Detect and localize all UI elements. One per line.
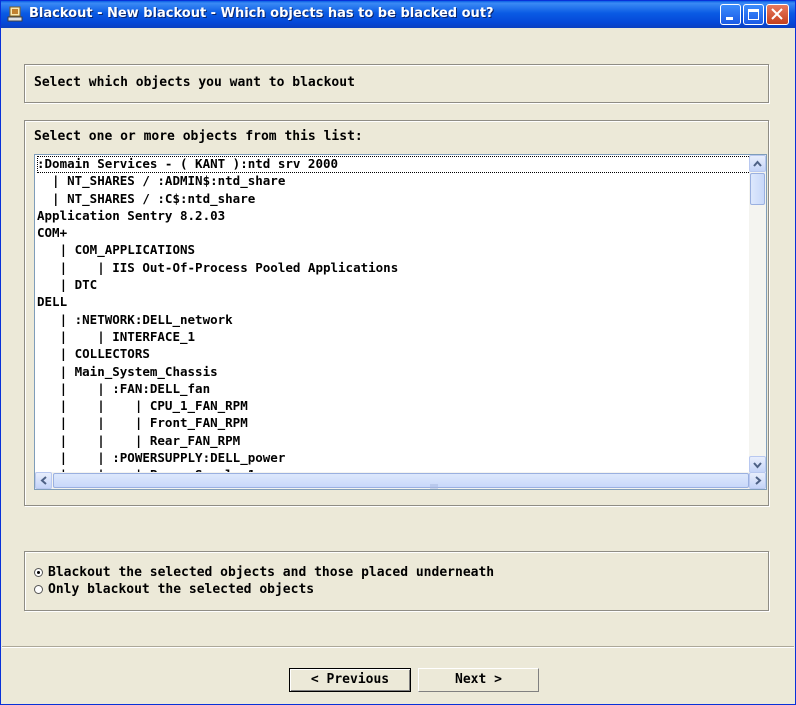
instruction-panel: Select which objects you want to blackou… <box>24 64 769 103</box>
chevron-left-icon <box>40 476 47 485</box>
close-button[interactable] <box>766 4 789 25</box>
tree-item[interactable]: DELL <box>37 294 753 311</box>
tree-item[interactable]: | | :POWERSUPPLY:DELL_power <box>37 450 753 467</box>
maximize-button[interactable] <box>743 4 764 25</box>
tree-item[interactable]: | | | Rear_FAN_RPM <box>37 433 753 450</box>
object-tree-items: :Domain Services - ( KANT ):ntd srv 2000… <box>37 156 753 474</box>
tree-item[interactable]: | DTC <box>37 277 753 294</box>
tree-item[interactable]: | NT_SHARES / :C$:ntd_share <box>37 191 753 208</box>
minimize-button[interactable] <box>720 4 741 25</box>
window-title: Blackout - New blackout - Which objects … <box>29 6 494 21</box>
blackout-with-children-option[interactable]: Blackout the selected objects and those … <box>34 564 494 581</box>
vertical-scrollbar[interactable] <box>749 155 766 473</box>
object-tree[interactable]: :Domain Services - ( KANT ):ntd srv 2000… <box>34 154 767 490</box>
horizontal-scroll-thumb[interactable] <box>53 473 749 488</box>
tree-item[interactable]: | Main_System_Chassis <box>37 364 753 381</box>
tree-item[interactable]: | COLLECTORS <box>37 346 753 363</box>
tree-item[interactable]: | | IIS Out-Of-Process Pooled Applicatio… <box>37 260 753 277</box>
chevron-down-icon <box>753 462 762 469</box>
vertical-scroll-thumb[interactable] <box>750 173 765 205</box>
scroll-up-button[interactable] <box>749 155 766 172</box>
maximize-icon <box>748 9 759 20</box>
tree-item[interactable]: | | :FAN:DELL_fan <box>37 381 753 398</box>
instruction-text: Select which objects you want to blackou… <box>34 75 355 90</box>
chevron-right-icon <box>755 476 762 485</box>
blackout-app-icon <box>7 6 23 22</box>
scroll-grip-icon <box>430 476 438 489</box>
blackout-wizard-window: Blackout - New blackout - Which objects … <box>0 0 796 705</box>
radio-label-1: Blackout the selected objects and those … <box>48 565 495 580</box>
radio-label-2: Only blackout the selected objects <box>48 582 315 597</box>
scroll-down-button[interactable] <box>749 456 766 473</box>
title-bar[interactable]: Blackout - New blackout - Which objects … <box>1 1 795 28</box>
tree-item[interactable]: | :NETWORK:DELL_network <box>37 312 753 329</box>
radio-button[interactable] <box>34 585 43 594</box>
horizontal-scrollbar[interactable] <box>35 472 766 489</box>
footer-divider <box>2 646 794 648</box>
minimize-icon <box>726 17 733 20</box>
tree-item[interactable]: :Domain Services - ( KANT ):ntd srv 2000 <box>37 156 753 174</box>
tree-item[interactable]: COM+ <box>37 225 753 242</box>
scroll-left-button[interactable] <box>35 472 52 489</box>
radio-button-selected[interactable] <box>34 568 43 577</box>
tree-item[interactable]: | NT_SHARES / :ADMIN$:ntd_share <box>37 173 753 190</box>
tree-item[interactable]: | | | CPU_1_FAN_RPM <box>37 398 753 415</box>
chevron-up-icon <box>753 160 762 167</box>
tree-item[interactable]: | COM_APPLICATIONS <box>37 242 753 259</box>
next-button[interactable]: Next > <box>418 668 539 692</box>
close-icon <box>771 8 783 20</box>
object-list-label: Select one or more objects from this lis… <box>34 129 363 144</box>
scroll-right-button[interactable] <box>749 472 766 489</box>
tree-item[interactable]: | | INTERFACE_1 <box>37 329 753 346</box>
tree-item[interactable]: | | | Front_FAN_RPM <box>37 415 753 432</box>
blackout-selected-only-option[interactable]: Only blackout the selected objects <box>34 581 314 598</box>
previous-button[interactable]: < Previous <box>289 668 411 692</box>
tree-item[interactable]: Application Sentry 8.2.03 <box>37 208 753 225</box>
